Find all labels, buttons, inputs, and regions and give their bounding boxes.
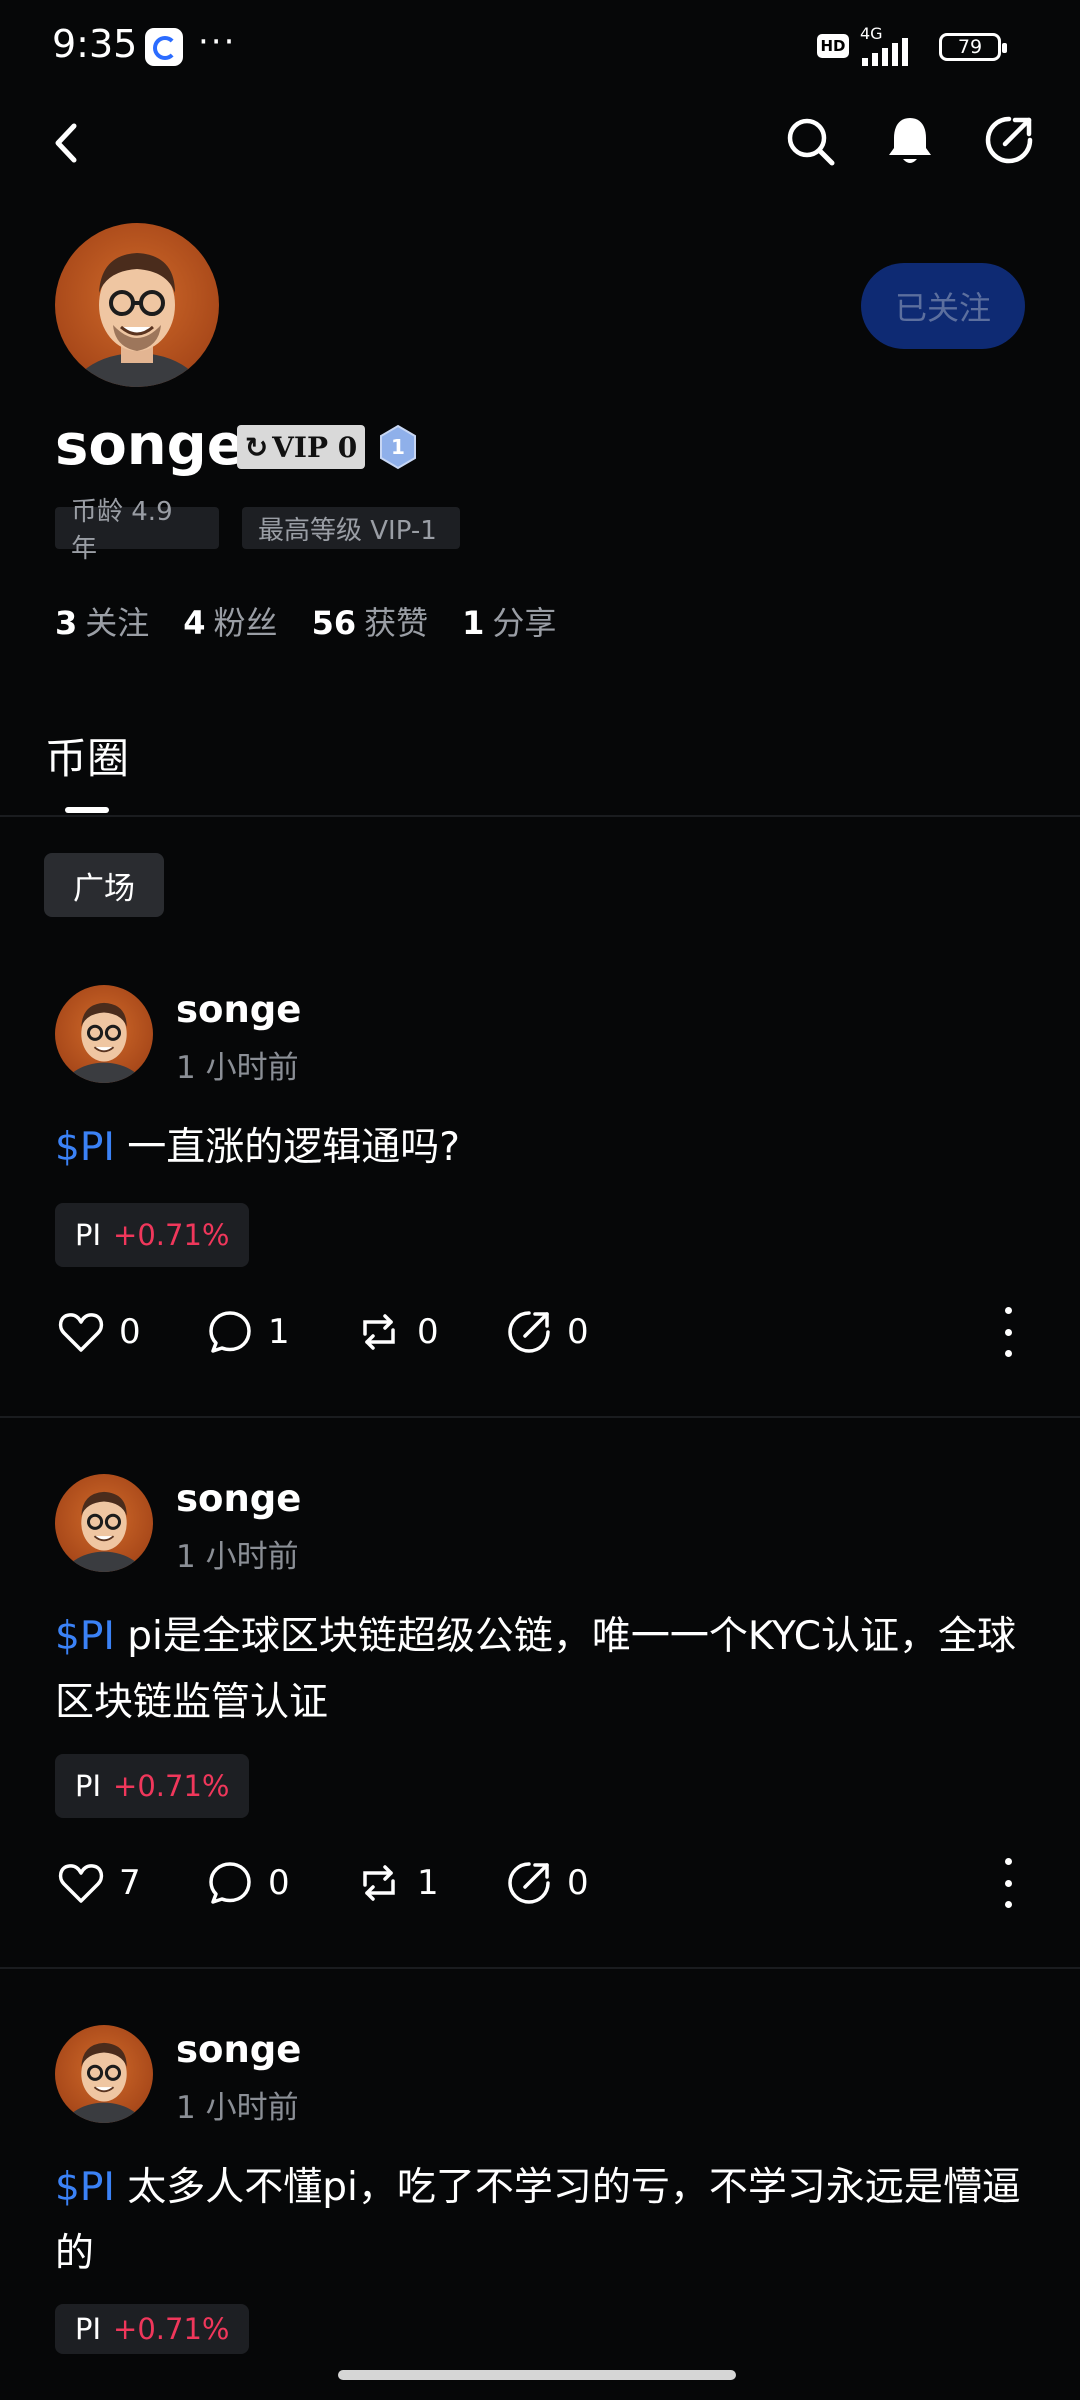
post-content[interactable]: $PI 一直涨的逻辑通吗? [55, 1115, 1030, 1181]
stat-likes: 56 获赞 [311, 604, 429, 642]
highest-level-tag: 最高等级 VIP-1 [242, 507, 460, 549]
post-avatar[interactable] [55, 1474, 153, 1572]
more-options-icon[interactable] [998, 1307, 1018, 1357]
app-notification-icon [145, 28, 183, 66]
more-notifications-icon: ··· [198, 22, 237, 62]
coin-age-tag: 币龄 4.9 年 [55, 497, 219, 564]
comment-icon [209, 1862, 251, 1904]
like-button[interactable]: 7 [57, 1858, 141, 1908]
divider [0, 1416, 1080, 1418]
heart-icon [58, 1313, 104, 1352]
coin-ticker-chip[interactable]: PI +0.71% [55, 2304, 250, 2354]
profile-stats: 3 关注 4 粉丝 56 获赞 1 分享 [55, 598, 556, 644]
bell-icon[interactable] [886, 114, 934, 168]
repost-icon [363, 1314, 395, 1350]
post-avatar[interactable] [55, 2025, 153, 2123]
stat-followers[interactable]: 4 粉丝 [183, 598, 277, 644]
hd-icon: HD [817, 34, 849, 58]
back-icon[interactable] [48, 118, 88, 168]
tab-indicator [65, 807, 109, 813]
heart-icon [58, 1864, 104, 1903]
divider [0, 815, 1080, 817]
more-options-icon[interactable] [998, 1858, 1018, 1908]
home-indicator[interactable] [338, 2370, 736, 2380]
cashtag-link[interactable]: $PI [55, 1614, 115, 1659]
post-content[interactable]: $PI 太多人不懂pi，吃了不学习的亏，不学习永远是懵逼的 [55, 2155, 1030, 2287]
comment-button[interactable]: 1 [206, 1307, 290, 1357]
like-button[interactable]: 0 [57, 1307, 141, 1357]
comment-button[interactable]: 0 [206, 1858, 290, 1908]
share-post-button[interactable]: 0 [505, 1307, 589, 1357]
post-time: 1 小时前 [176, 2090, 299, 2126]
vip-label: VIP 0 [272, 430, 358, 464]
repost-icon [363, 1865, 395, 1901]
vip-logo-icon: ↻ [244, 430, 269, 464]
vip-badge: ↻ VIP 0 [237, 425, 365, 469]
share-icon[interactable] [983, 114, 1035, 166]
post-author[interactable]: songe [176, 2028, 301, 2071]
post-author[interactable]: songe [176, 988, 301, 1031]
comment-icon [209, 1311, 251, 1353]
battery-icon: 79 [939, 33, 1007, 61]
share-post-button[interactable]: 0 [505, 1858, 589, 1908]
post-author[interactable]: songe [176, 1477, 301, 1520]
share-icon [508, 1862, 550, 1904]
filter-chip-square[interactable]: 广场 [44, 853, 164, 917]
share-icon [508, 1311, 550, 1353]
post-avatar[interactable] [55, 985, 153, 1083]
repost-button[interactable]: 0 [355, 1307, 439, 1357]
divider [0, 1967, 1080, 1969]
post-time: 1 小时前 [176, 1539, 299, 1575]
profile-username: songe [55, 413, 245, 478]
level-badge-number: 1 [391, 435, 405, 459]
search-icon[interactable] [785, 116, 837, 168]
status-time: 9:35 [52, 22, 138, 66]
post-time: 1 小时前 [176, 1050, 299, 1086]
stat-shares: 1 分享 [462, 604, 557, 642]
profile-avatar[interactable] [55, 223, 219, 387]
post-content[interactable]: $PI pi是全球区块链超级公链，唯一一个KYC认证，全球区块链监管认证 [55, 1604, 1030, 1736]
coin-ticker-chip[interactable]: PI +0.71% [55, 1754, 250, 1818]
cashtag-link[interactable]: $PI [55, 2165, 115, 2210]
level-badge-icon: 1 [380, 424, 416, 470]
followed-button[interactable]: 已关注 [861, 263, 1025, 349]
stat-following[interactable]: 3 关注 [55, 598, 149, 644]
tab-coin-circle[interactable]: 币圈 [45, 725, 129, 786]
cashtag-link[interactable]: $PI [55, 1125, 115, 1170]
repost-button[interactable]: 1 [355, 1858, 439, 1908]
signal-icon [862, 38, 908, 66]
coin-ticker-chip[interactable]: PI +0.71% [55, 1203, 250, 1267]
